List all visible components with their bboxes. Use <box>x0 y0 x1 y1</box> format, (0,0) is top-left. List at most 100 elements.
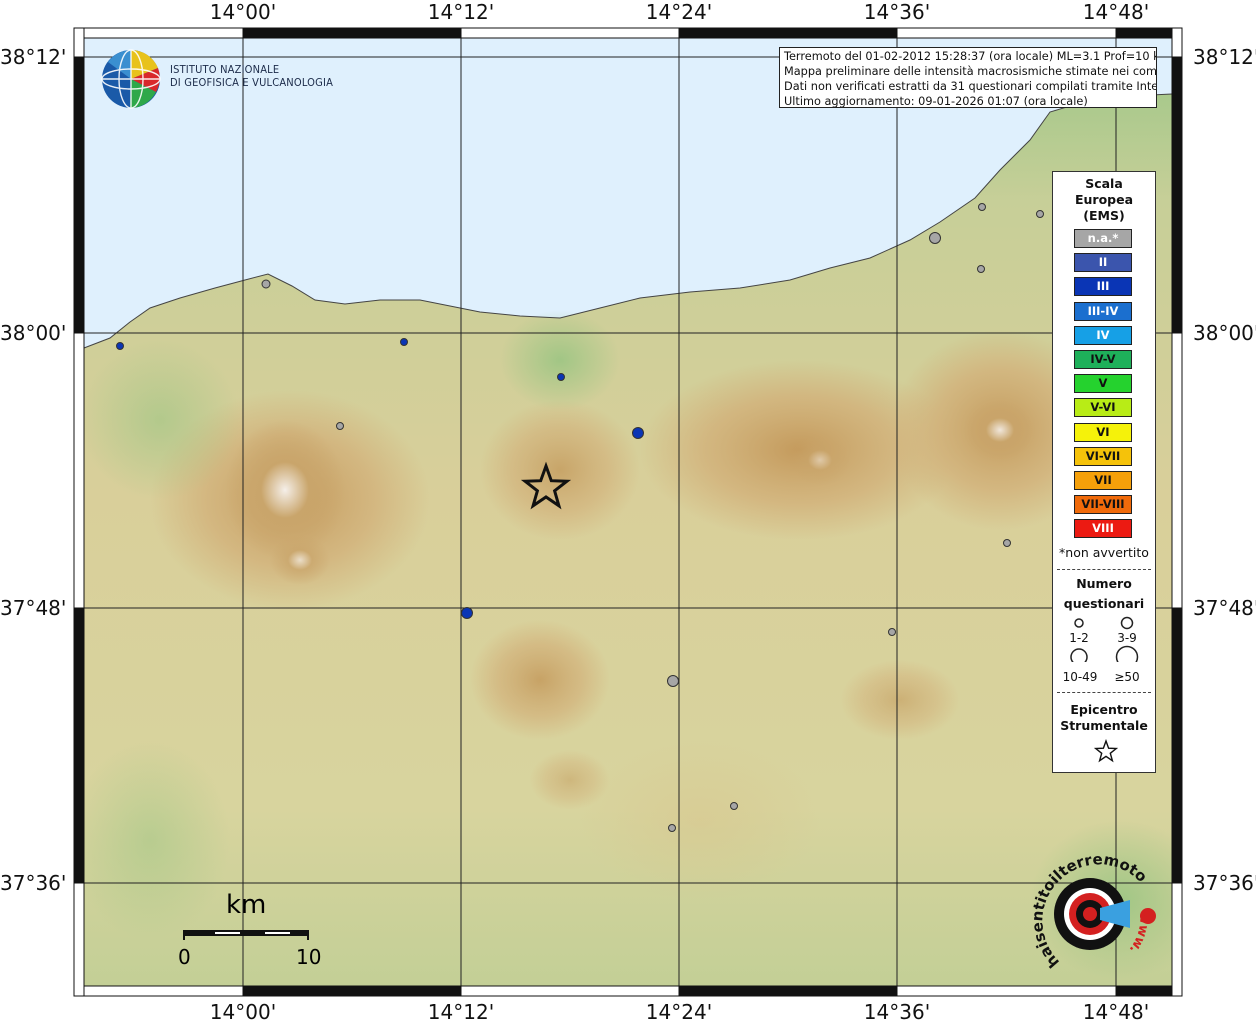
epi-title-1: Epicentro <box>1070 702 1138 717</box>
lon-tick-bottom-4: 14°36' <box>863 1000 931 1024</box>
intensity-marker-8 <box>929 232 941 244</box>
legend-divider-1 <box>1057 569 1151 570</box>
lat-tick-left-3: 37°48' <box>0 596 67 620</box>
lat-tick-left-4: 37°36' <box>0 871 67 895</box>
intensity-marker-14 <box>667 675 679 687</box>
legend-divider-2 <box>1057 692 1151 693</box>
info-line-2: Mappa preliminare delle intensità macros… <box>784 65 1157 78</box>
lat-tick-right-3: 37°48' <box>1193 596 1256 620</box>
haisentito-target-icon: haisentitoilterremoto.it www. <box>1026 836 1156 971</box>
frame-top-seg-3 <box>678 27 898 39</box>
count-title-2: questionari <box>1063 596 1145 611</box>
legend-class-1: n.a.* <box>1074 229 1132 248</box>
intensity-marker-13 <box>888 628 896 636</box>
intensity-marker-5 <box>461 607 473 619</box>
frame-left-seg-4 <box>73 882 85 997</box>
lon-tick-top-5: 14°48' <box>1082 0 1150 24</box>
intensity-marker-16 <box>668 824 676 832</box>
legend-class-12: VII-VIII <box>1074 495 1132 515</box>
lon-tick-top-2: 14°12' <box>427 0 495 24</box>
legend-class-5: IV <box>1074 325 1132 345</box>
intensity-marker-6 <box>261 279 271 289</box>
legend-class-6: IV-V <box>1074 350 1132 369</box>
info-line-4: Ultimo aggiornamento: 09-01-2026 01:07 (… <box>784 95 1088 108</box>
event-info-box: Terremoto del 01-02-2012 15:28:37 (ora l… <box>779 47 1157 108</box>
intensity-marker-2 <box>400 338 408 346</box>
epi-title-2: Strumentale <box>1060 718 1148 733</box>
size-label-1: 1-2 <box>1069 631 1089 645</box>
haisentito-logo[interactable]: haisentitoilterremoto.it www. <box>1026 836 1170 980</box>
frame-bottom-seg-0 <box>73 985 244 997</box>
lon-tick-top-3: 14°24' <box>645 0 713 24</box>
ingv-logo[interactable]: ISTITUTO NAZIONALE DI GEOFISICA E VULCAN… <box>100 48 333 110</box>
terrain-layer <box>84 38 1172 986</box>
frame-top-seg-2 <box>460 27 680 39</box>
intensity-marker-9 <box>978 203 986 211</box>
ingv-line-1: ISTITUTO NAZIONALE <box>170 63 280 76</box>
legend-class-8: V-VI <box>1074 398 1132 418</box>
scale-ruler <box>183 930 309 940</box>
size-symbol-3 <box>1070 648 1088 662</box>
scale-bar: km 0 10 <box>178 890 338 970</box>
intensity-marker-1 <box>116 342 124 350</box>
scale-end: 10 <box>296 945 322 969</box>
frame-bottom-seg-1 <box>242 985 462 997</box>
legend-panel: Scala Europea (EMS) n.a.* II III III-IV IV IV… <box>1052 171 1156 773</box>
size-symbol-1 <box>1074 618 1084 628</box>
legend-class-2: II <box>1074 253 1132 273</box>
intensity-marker-10 <box>1036 210 1044 218</box>
intensity-marker-7 <box>336 422 344 430</box>
intensity-marker-15 <box>730 802 738 810</box>
frame-right-seg-3 <box>1171 607 1183 884</box>
frame-top-seg-4 <box>896 27 1117 39</box>
legend-class-11: VII <box>1074 471 1132 490</box>
size-label-2: 3-9 <box>1117 631 1137 645</box>
size-symbol-4 <box>1115 645 1139 662</box>
count-title-1: Numero <box>1076 576 1132 591</box>
lat-tick-right-2: 38°00' <box>1193 321 1256 345</box>
frame-left-seg-3 <box>73 607 85 884</box>
intensity-marker-12 <box>1003 539 1011 547</box>
scale-unit: km <box>226 890 267 920</box>
frame-right-seg-0 <box>1171 27 1183 58</box>
size-label-4: ≥50 <box>1114 670 1140 684</box>
intensity-marker-11 <box>977 265 985 273</box>
lon-tick-bottom-1: 14°00' <box>209 1000 277 1024</box>
legend-note: *non avvertito <box>1059 545 1149 560</box>
legend-class-3: III <box>1074 277 1132 297</box>
ingv-line-2: DI GEOFISICA E VULCANOLOGIA <box>170 76 334 89</box>
lat-tick-right-4: 37°36' <box>1193 871 1256 895</box>
ingv-logo-text: ISTITUTO NAZIONALE DI GEOFISICA E VULCAN… <box>170 63 333 89</box>
legend-class-7: V <box>1074 374 1132 394</box>
size-symbol-2 <box>1120 616 1134 630</box>
frame-left-seg-2 <box>73 332 85 609</box>
lon-tick-bottom-3: 14°24' <box>645 1000 713 1024</box>
frame-left-seg-0 <box>73 27 85 58</box>
legend-class-4: III-IV <box>1074 301 1132 321</box>
frame-top-seg-0 <box>73 27 244 39</box>
legend-title-3: (EMS) <box>1083 208 1125 223</box>
globe-icon <box>101 49 161 109</box>
frame-bottom-seg-2 <box>460 985 680 997</box>
legend-class-9: VI <box>1074 422 1132 442</box>
scale-start: 0 <box>178 945 191 969</box>
intensity-marker-4 <box>632 427 644 439</box>
lon-tick-bottom-2: 14°12' <box>427 1000 495 1024</box>
lat-tick-left-1: 38°12' <box>0 45 67 69</box>
lon-tick-top-1: 14°00' <box>209 0 277 24</box>
intensity-marker-3 <box>557 373 565 381</box>
legend-star-icon <box>1094 739 1118 763</box>
frame-bottom-seg-4 <box>896 985 1117 997</box>
lat-tick-right-1: 38°12' <box>1193 45 1256 69</box>
frame-right-seg-1 <box>1171 56 1183 334</box>
info-line-3: Dati non verificati estratti da 31 quest… <box>784 80 1157 93</box>
frame-bottom-seg-3 <box>678 985 898 997</box>
legend-title-1: Scala <box>1085 176 1123 191</box>
frame-left-seg-1 <box>73 56 85 334</box>
legend-class-10: VI-VII <box>1074 446 1132 466</box>
frame-top-seg-1 <box>242 27 462 39</box>
info-line-1: Terremoto del 01-02-2012 15:28:37 (ora l… <box>784 50 1157 63</box>
map-container: 14°00' 14°12' 14°24' 14°36' 14°48' 14°00… <box>0 0 1256 1024</box>
lat-tick-left-2: 38°00' <box>0 321 67 345</box>
lon-tick-top-4: 14°36' <box>863 0 931 24</box>
